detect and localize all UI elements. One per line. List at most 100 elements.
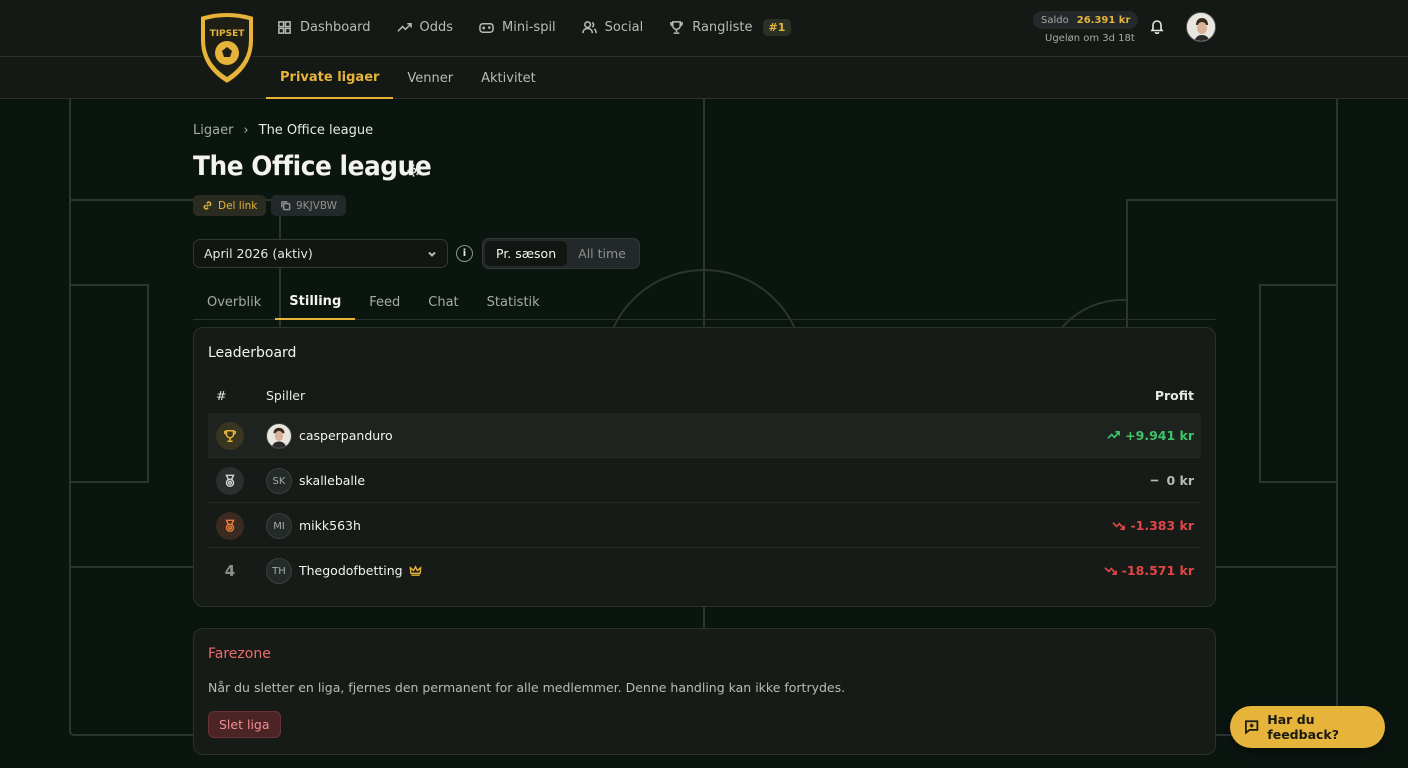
- rank-number: 4: [224, 562, 236, 580]
- toggle-pr-saeson[interactable]: Pr. sæson: [485, 241, 568, 266]
- link-icon: [203, 201, 212, 210]
- league-settings-button[interactable]: [406, 163, 421, 178]
- breadcrumb-root[interactable]: Ligaer: [193, 123, 233, 138]
- player-name-text: skalleballe: [299, 473, 366, 488]
- delete-league-button[interactable]: Slet liga: [208, 711, 281, 738]
- nav-odds[interactable]: Odds: [396, 19, 454, 35]
- silver-medal-icon: [216, 467, 244, 495]
- notifications-button[interactable]: [1149, 18, 1165, 35]
- trophy-icon: [670, 20, 684, 34]
- feedback-icon: [1245, 720, 1259, 735]
- dashboard-icon: [278, 20, 291, 34]
- danger-zone-text: Når du sletter en liga, fjernes den perm…: [208, 680, 846, 695]
- profit-value: +9.941 kr: [1107, 428, 1194, 443]
- nav-dashboard[interactable]: Dashboard: [277, 20, 371, 35]
- logo-text: TIPSET: [210, 29, 246, 39]
- nav-mini-spil[interactable]: Mini-spil: [479, 20, 556, 35]
- saldo-value: 26.391 kr: [1076, 14, 1131, 26]
- tipset-logo[interactable]: TIPSET: [196, 10, 258, 86]
- danger-zone-title: Farezone: [208, 646, 271, 662]
- profit-value: 0 kr: [1148, 473, 1194, 488]
- breadcrumb: Ligaer › The Office league: [193, 123, 373, 138]
- tab-stilling[interactable]: Stilling: [275, 285, 356, 320]
- main-nav: Dashboard Odds Mini-spil Social Ranglist…: [277, 0, 792, 54]
- subnav-venner[interactable]: Venner: [393, 57, 467, 99]
- users-icon: [581, 20, 597, 33]
- info-button[interactable]: i: [456, 245, 473, 262]
- trend-up-icon: [1107, 430, 1121, 439]
- player-name: casperpanduro: [299, 428, 393, 443]
- avatar-icon: [1187, 13, 1215, 41]
- player-name: mikk563h: [299, 518, 361, 533]
- saldo-box[interactable]: Saldo 26.391 kr: [1033, 11, 1139, 29]
- avatar: [266, 423, 292, 449]
- player-name: skalleballe: [299, 473, 365, 488]
- tab-overblik[interactable]: Overblik: [193, 285, 275, 320]
- share-link-label: Del link: [218, 199, 258, 212]
- copy-icon: [281, 201, 291, 211]
- player-name-text: mikk563h: [299, 518, 361, 533]
- leaderboard-row[interactable]: SK skalleballe 0 kr: [208, 458, 1201, 503]
- ugelon-countdown: Ugeløn om 3d 18t: [1045, 33, 1135, 44]
- leaderboard-title: Leaderboard: [208, 345, 297, 361]
- minus-icon: [1151, 479, 1159, 482]
- nav-odds-label: Odds: [419, 19, 454, 35]
- profit-text: 0 kr: [1166, 473, 1194, 488]
- col-rank: #: [216, 388, 227, 403]
- trend-down-icon: [1104, 567, 1117, 576]
- player-name-text: casperpanduro: [299, 428, 393, 443]
- period-select[interactable]: April 2026 (aktiv): [193, 239, 448, 268]
- subnav-private-ligaer[interactable]: Private ligaer: [266, 57, 394, 99]
- profit-text: -1.383 kr: [1130, 518, 1194, 533]
- avatar: MI: [266, 513, 292, 539]
- gear-icon: [407, 164, 420, 177]
- player-name: Thegodofbetting: [299, 563, 422, 578]
- copy-code-button[interactable]: 9KJVBW: [271, 195, 347, 216]
- leaderboard-row[interactable]: 4 TH Thegodofbetting -18.571 kr: [208, 548, 1201, 593]
- subnav: Private ligaer Venner Aktivitet: [266, 57, 550, 99]
- tab-feed[interactable]: Feed: [355, 285, 414, 320]
- gamepad-icon: [479, 22, 494, 33]
- player-name-text: Thegodofbetting: [299, 563, 403, 578]
- profit-value: -1.383 kr: [1112, 518, 1194, 533]
- tab-statistik[interactable]: Statistik: [473, 285, 554, 320]
- league-tabs: Overblik Stilling Feed Chat Statistik: [193, 285, 1216, 320]
- crown-icon: [409, 565, 422, 576]
- avatar: SK: [266, 468, 292, 494]
- col-player: Spiller: [266, 388, 306, 403]
- feedback-button[interactable]: Har du feedback?: [1230, 706, 1385, 748]
- saldo-label: Saldo: [1041, 14, 1069, 26]
- trend-down-icon: [1112, 522, 1126, 531]
- user-avatar[interactable]: [1186, 12, 1216, 42]
- breadcrumb-current: The Office league: [258, 123, 374, 138]
- share-link-button[interactable]: Del link: [193, 195, 267, 216]
- bronze-medal-icon: [216, 512, 244, 540]
- page-title: The Office league: [193, 151, 432, 182]
- leaderboard-row[interactable]: MI mikk563h -1.383 kr: [208, 503, 1201, 548]
- nav-mini-spil-label: Mini-spil: [502, 19, 556, 35]
- tab-chat[interactable]: Chat: [414, 285, 472, 320]
- gold-trophy-icon: [216, 422, 244, 450]
- nav-rangliste-label: Rangliste: [692, 19, 753, 35]
- profit-text: -18.571 kr: [1121, 563, 1194, 578]
- season-toggle: Pr. sæson All time: [482, 238, 640, 269]
- danger-zone-card: Farezone Når du sletter en liga, fjernes…: [193, 628, 1216, 755]
- subnav-aktivitet[interactable]: Aktivitet: [467, 57, 550, 99]
- leaderboard-card: Leaderboard # Spiller Profit casperpandu…: [193, 327, 1216, 607]
- nav-dashboard-label: Dashboard: [300, 19, 371, 35]
- league-code: 9KJVBW: [296, 199, 338, 212]
- leaderboard-header: # Spiller Profit: [208, 388, 1201, 404]
- rank-badge: #1: [762, 18, 792, 36]
- col-profit[interactable]: Profit: [1155, 388, 1194, 403]
- profit-value: -18.571 kr: [1104, 563, 1194, 578]
- nav-social[interactable]: Social: [581, 20, 643, 35]
- period-select-value: April 2026 (aktiv): [204, 246, 313, 261]
- avatar: TH: [266, 558, 292, 584]
- bell-icon: [1150, 20, 1164, 35]
- trend-icon: [396, 22, 412, 32]
- feedback-label: Har du feedback?: [1267, 712, 1339, 742]
- leaderboard-row[interactable]: casperpanduro +9.941 kr: [208, 413, 1201, 458]
- nav-rangliste[interactable]: Rangliste #1: [669, 18, 792, 36]
- chevron-right-icon: ›: [243, 123, 249, 138]
- toggle-all-time[interactable]: All time: [567, 241, 637, 266]
